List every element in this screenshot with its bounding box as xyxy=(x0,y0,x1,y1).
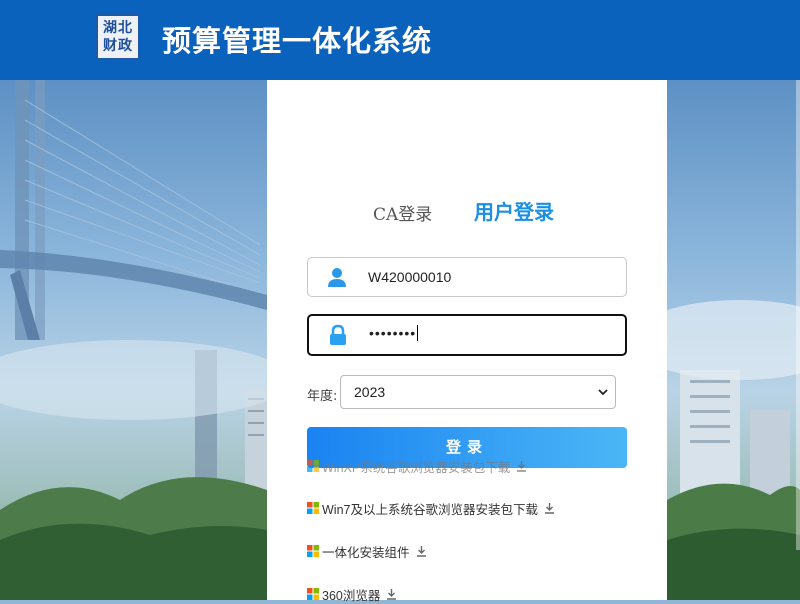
text-caret xyxy=(417,325,419,341)
download-link-label: 一体化安装组件 xyxy=(322,545,410,560)
user-icon xyxy=(328,268,346,287)
lock-icon xyxy=(330,324,346,345)
chevron-down-icon xyxy=(598,389,608,396)
download-icon xyxy=(387,589,397,600)
windows-icon xyxy=(307,545,319,557)
year-selected-value: 2023 xyxy=(354,384,386,400)
year-row: 年度: 2023 xyxy=(307,375,627,411)
windows-icon xyxy=(307,502,319,514)
download-icon xyxy=(517,461,527,472)
download-icon xyxy=(416,546,426,557)
download-link-win7-chrome[interactable]: Win7及以上系统谷歌浏览器安装包下载 xyxy=(307,499,555,517)
download-link-integration-component[interactable]: 一体化安装组件 xyxy=(307,542,427,560)
top-header: 湖北 财政 预算管理一体化系统 xyxy=(0,0,800,80)
logo-text-line-1: 湖北 xyxy=(103,20,133,36)
tab-user-login[interactable]: 用户登录 xyxy=(474,196,554,225)
year-select[interactable]: 2023 xyxy=(340,375,616,409)
download-link-360-browser[interactable]: 360浏览器 xyxy=(307,585,397,603)
download-icon xyxy=(544,503,554,514)
download-link-label: 360浏览器 xyxy=(322,588,381,603)
download-link-label: WinXP系统谷歌浏览器安装包下载 xyxy=(322,460,511,475)
year-label: 年度: xyxy=(307,389,338,404)
download-link-winxp-chrome[interactable]: WinXP系统谷歌浏览器安装包下载 xyxy=(307,457,527,475)
download-link-label: Win7及以上系统谷歌浏览器安装包下载 xyxy=(322,502,538,517)
password-field[interactable]: •••••••• xyxy=(307,314,627,356)
windows-icon xyxy=(307,588,319,600)
windows-icon xyxy=(307,460,319,472)
tab-ca-login[interactable]: CA登录 xyxy=(373,200,432,225)
app-title: 预算管理一体化系统 xyxy=(162,24,433,58)
username-value: W420000010 xyxy=(368,269,452,285)
username-field[interactable]: W420000010 xyxy=(307,257,627,297)
hubei-finance-logo: 湖北 财政 xyxy=(96,14,140,60)
logo-text-line-2: 财政 xyxy=(103,38,133,54)
password-value: •••••••• xyxy=(369,325,419,341)
login-tabs: CA登录 用户登录 xyxy=(267,196,667,226)
